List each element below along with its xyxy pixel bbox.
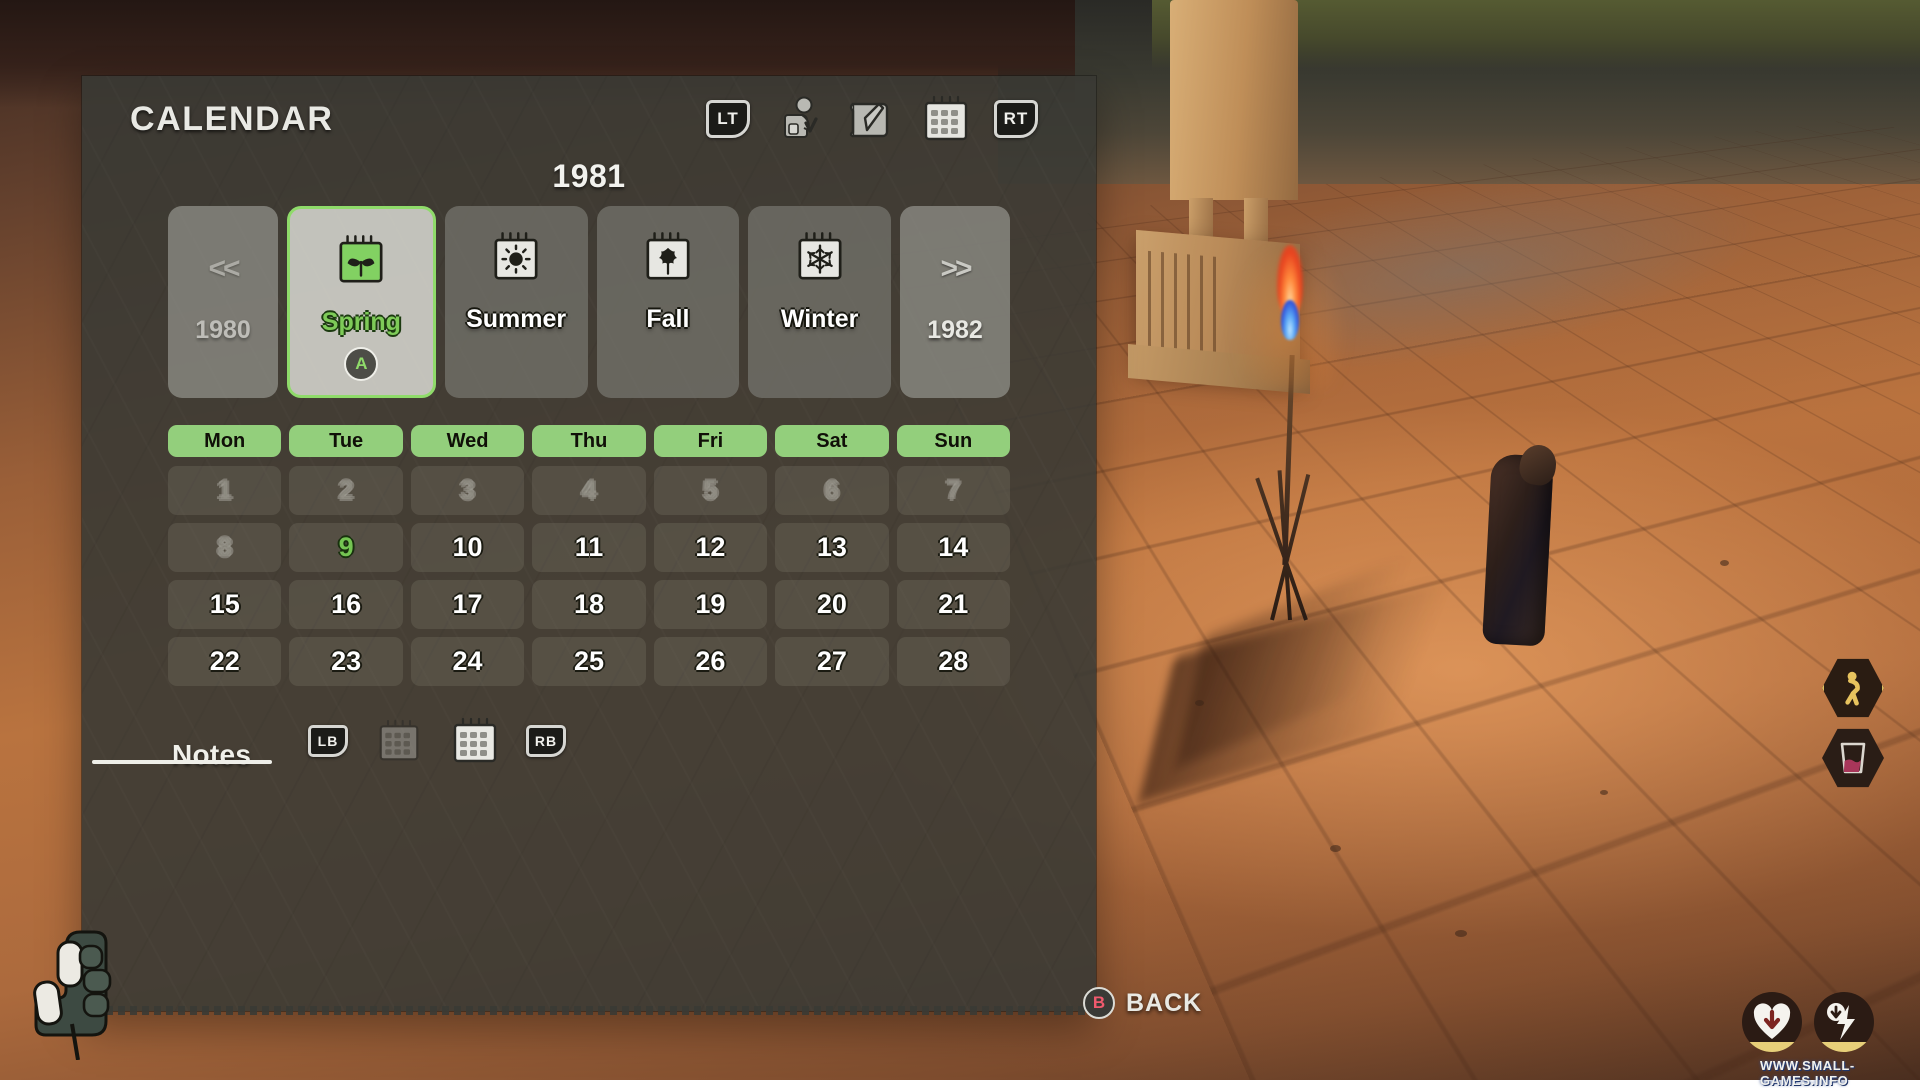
day-cell-15[interactable]: 15 [168, 580, 281, 629]
torch-flame-inner [1281, 300, 1299, 340]
day-cell-17[interactable]: 17 [411, 580, 524, 629]
exhausted-hexagon-icon [1822, 657, 1884, 719]
day-cell-23[interactable]: 23 [289, 637, 402, 686]
day-cell-11[interactable]: 11 [532, 523, 645, 572]
prev-year-chevron: << [208, 252, 237, 286]
lt-bumper-button[interactable]: LT [706, 100, 750, 138]
prev-year-button[interactable]: << 1980 [168, 206, 278, 398]
next-year-chevron: >> [940, 252, 969, 286]
day-cell-19[interactable]: 19 [654, 580, 767, 629]
next-year-button[interactable]: >> 1982 [900, 206, 1010, 398]
hand-cursor-icon [28, 920, 124, 1060]
statue-pedestal-grooves [1148, 251, 1222, 355]
page-title: CALENDAR [130, 100, 334, 139]
notes-page-nav: LB [308, 716, 566, 766]
season-tab-fall[interactable]: Fall [597, 206, 740, 398]
stamina-bar [1814, 1042, 1874, 1052]
leaf-calendar-icon [640, 230, 696, 291]
day-cell-3[interactable]: 3 [411, 466, 524, 515]
prev-year-label: 1980 [195, 316, 251, 345]
day-cell-24[interactable]: 24 [411, 637, 524, 686]
day-cell-5[interactable]: 5 [654, 466, 767, 515]
b-button-icon: B [1083, 987, 1115, 1019]
calendar-icon[interactable] [920, 93, 972, 145]
day-cell-16[interactable]: 16 [289, 580, 402, 629]
back-label: BACK [1126, 989, 1202, 1018]
day-cell-7[interactable]: 7 [897, 466, 1010, 515]
day-cell-21[interactable]: 21 [897, 580, 1010, 629]
day-cell-8[interactable]: 8 [168, 523, 281, 572]
debris [1720, 560, 1729, 566]
weekday-mon: Mon [168, 425, 281, 457]
season-label-spring: Spring [322, 308, 401, 337]
header-icon-bar: LT [706, 93, 1038, 145]
weekday-sun: Sun [897, 425, 1010, 457]
panel-bottom-edge [82, 1006, 1096, 1015]
weekday-tue: Tue [289, 425, 402, 457]
lb-bumper-button[interactable]: LB [308, 725, 348, 757]
day-cell-27[interactable]: 27 [775, 637, 888, 686]
day-cell-9[interactable]: 9 [289, 523, 402, 572]
debris [1330, 845, 1341, 852]
back-prompt[interactable]: B BACK [1083, 987, 1202, 1019]
debris [1455, 930, 1467, 937]
day-cell-14[interactable]: 14 [897, 523, 1010, 572]
day-cell-20[interactable]: 20 [775, 580, 888, 629]
weekday-fri: Fri [654, 425, 767, 457]
weekday-thu: Thu [532, 425, 645, 457]
current-year-label: 1981 [552, 158, 625, 194]
weekday-wed: Wed [411, 425, 524, 457]
day-cell-28[interactable]: 28 [897, 637, 1010, 686]
day-cell-6[interactable]: 6 [775, 466, 888, 515]
next-year-label: 1982 [927, 316, 983, 345]
season-label-summer: Summer [466, 305, 566, 334]
rb-bumper-button[interactable]: RB [526, 725, 566, 757]
statue-body [1170, 0, 1298, 200]
calendar-page-icon-inactive[interactable] [374, 716, 424, 766]
day-cell-26[interactable]: 26 [654, 637, 767, 686]
day-cell-4[interactable]: 4 [532, 466, 645, 515]
season-tab-spring[interactable]: Spring A [287, 206, 436, 398]
a-button-hint: A [344, 347, 378, 381]
health-bar [1742, 1042, 1802, 1052]
drink-glass-hexagon-icon [1822, 727, 1884, 789]
day-cell-10[interactable]: 10 [411, 523, 524, 572]
season-tab-summer[interactable]: Summer [445, 206, 588, 398]
weekday-header-row: Mon Tue Wed Thu Fri Sat Sun [168, 425, 1010, 457]
day-cell-2[interactable]: 2 [289, 466, 402, 515]
rt-bumper-button[interactable]: RT [994, 100, 1038, 138]
day-cell-12[interactable]: 12 [654, 523, 767, 572]
year-row: 1981 [82, 158, 1096, 195]
debris [1600, 790, 1608, 795]
calendar-page-icon-active[interactable] [450, 716, 500, 766]
sprout-calendar-icon [333, 233, 389, 294]
season-label-fall: Fall [646, 305, 689, 334]
notes-underline [92, 760, 272, 764]
weekday-sat: Sat [775, 425, 888, 457]
season-tab-winter[interactable]: Winter [748, 206, 891, 398]
panel-header: CALENDAR LT [82, 76, 1096, 162]
sun-calendar-icon [488, 230, 544, 291]
day-cell-13[interactable]: 13 [775, 523, 888, 572]
day-cell-1[interactable]: 1 [168, 466, 281, 515]
blueprint-icon[interactable] [846, 93, 898, 145]
day-cell-18[interactable]: 18 [532, 580, 645, 629]
lightning-down-icon [1814, 992, 1874, 1052]
season-label-winter: Winter [781, 305, 859, 334]
snowflake-calendar-icon [792, 230, 848, 291]
season-selector: << 1980 Spring A [168, 206, 1010, 398]
day-grid: 1234567891011121314151617181920212223242… [168, 466, 1010, 686]
heart-down-icon [1742, 992, 1802, 1052]
debris [1195, 700, 1204, 706]
site-watermark: WWW.SMALL-GAMES.INFO [1760, 1058, 1920, 1088]
character-icon[interactable] [772, 93, 824, 145]
day-cell-25[interactable]: 25 [532, 637, 645, 686]
day-cell-22[interactable]: 22 [168, 637, 281, 686]
